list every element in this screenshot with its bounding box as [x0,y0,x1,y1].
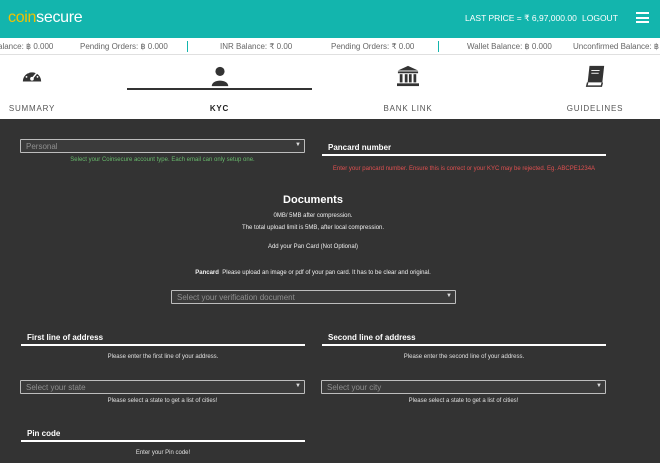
tab-guidelines[interactable]: GUIDELINES [550,55,640,119]
address1-help: Please enter the first line of your addr… [107,354,219,360]
tab-label: GUIDELINES [566,104,624,113]
account-type-help: Select your Coinsecure account type. Eac… [70,157,255,163]
bank-icon [397,65,419,87]
pancard-label: Pancard [195,270,219,276]
gauge-icon [22,69,42,82]
pancard-number-input[interactable] [322,154,606,156]
ticker-item: INR Balance: ₹ 0.00 [220,42,293,51]
pin-code-input[interactable] [21,440,305,442]
kyc-tab-nav: SUMMARY KYC BANK LINK GUIDELINES [0,55,660,119]
address1-input[interactable] [21,344,305,346]
caret-down-icon: ▼ [295,142,301,148]
coinsecure-logo[interactable]: coinsecure [8,9,83,27]
ticker-item: Wallet Balance: ฿ 0.000 [467,42,552,51]
account-type-select[interactable]: Personal ▼ [20,139,305,153]
user-icon [211,66,228,87]
caret-down-icon: ▼ [446,293,452,299]
ticker-item: Unconfirmed Balance: ฿ 0 [573,42,660,51]
tab-summary[interactable]: SUMMARY [0,55,64,119]
pancard-upload-row: Pancard Please upload an image or pdf of… [0,270,626,276]
upload-limit-text: The total upload limit is 5MB, after loc… [241,225,385,231]
balance-ticker: alance: ฿ 0.000 Pending Orders: ฿ 0.000 … [0,38,660,55]
pancard-upload-help: Please upload an image or pdf of your pa… [222,270,431,276]
address2-help: Please enter the second line of your add… [403,354,525,360]
hamburger-menu-icon[interactable] [636,12,649,23]
address1-heading: First line of address [27,333,104,342]
state-help: Please select a state to get a list of c… [107,398,218,404]
address2-input[interactable] [322,344,606,346]
address2-heading: Second line of address [328,333,416,342]
caret-down-icon: ▼ [596,383,602,389]
tab-label: BANK LINK [383,104,433,113]
pin-code-help: Enter your Pin code! [135,450,191,456]
city-select[interactable]: Select your city ▼ [321,380,606,394]
book-icon [585,65,605,87]
pancard-help: Enter your pancard number. Ensure this i… [332,166,596,172]
tab-label: KYC [209,104,230,113]
logout-link[interactable]: LOGOUT [582,13,618,23]
verification-document-select[interactable]: Select your verification document ▼ [171,290,456,304]
size-info: 0MB/ 5MB after compression. [273,213,353,219]
pancard-number-heading: Pancard number [328,143,392,152]
top-header: coinsecure LAST PRICE = ₹ 6,97,000.00 LO… [0,0,660,38]
ticker-item: Pending Orders: ฿ 0.000 [80,42,168,51]
tab-kyc[interactable]: KYC [127,55,312,119]
ticker-divider [187,41,188,52]
pin-code-heading: Pin code [27,429,61,438]
ticker-divider [438,41,439,52]
city-help: Please select a state to get a list of c… [408,398,519,404]
caret-down-icon: ▼ [295,383,301,389]
tab-label: SUMMARY [8,104,56,113]
last-price: LAST PRICE = ₹ 6,97,000.00 [465,13,577,23]
tab-bank-link[interactable]: BANK LINK [360,55,456,119]
state-select[interactable]: Select your state ▼ [20,380,305,394]
ticker-item: alance: ฿ 0.000 [0,42,54,51]
documents-title: Documents [283,194,343,206]
active-tab-indicator [127,88,312,90]
add-pan-text: Add your Pan Card (Not Optional) [267,244,359,250]
ticker-item: Pending Orders: ₹ 0.00 [331,42,415,51]
